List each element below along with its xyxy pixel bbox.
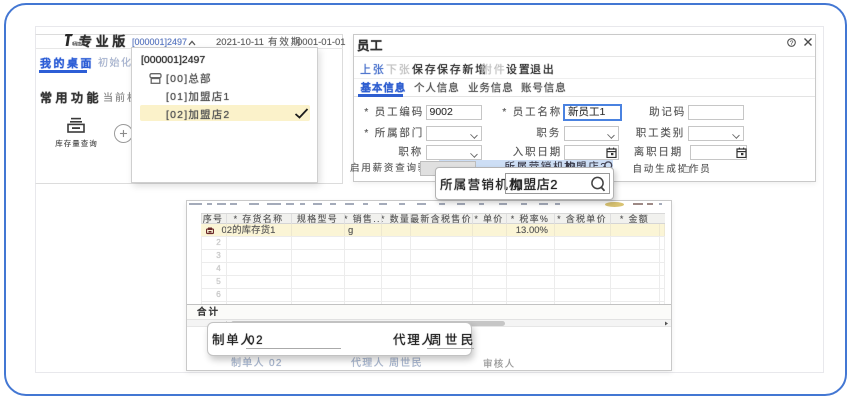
- svg-text:?: ?: [790, 39, 794, 46]
